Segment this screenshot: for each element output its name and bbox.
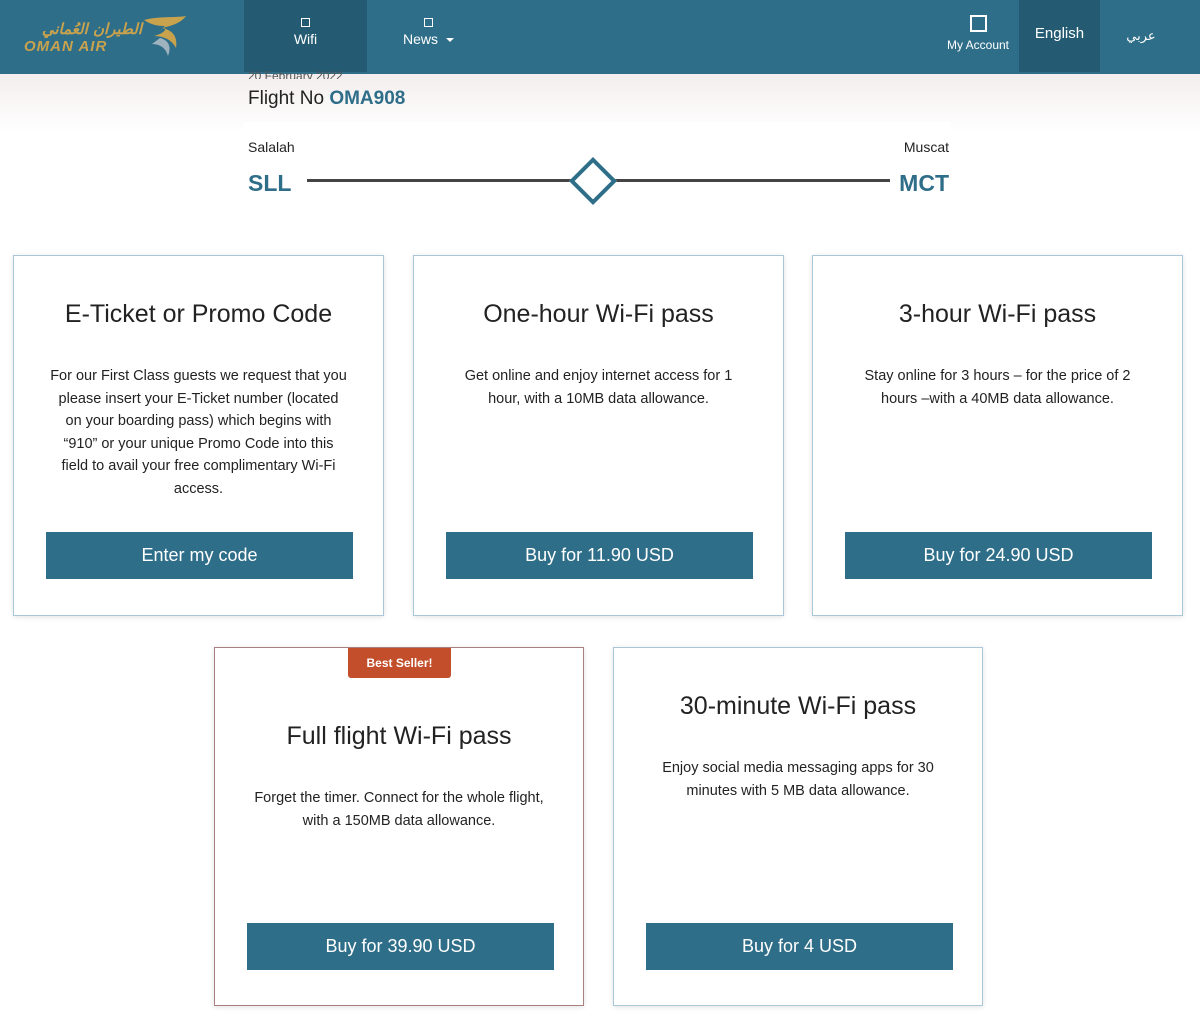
nav-item-news[interactable]: News [367,0,490,72]
plan-card-thirty-minute: 30-minute Wi-Fi pass Enjoy social media … [613,647,983,1006]
plan-card-full-flight: Best Seller! Full flight Wi-Fi pass Forg… [214,647,584,1006]
nav-item-wifi[interactable]: Wifi [244,0,367,72]
plan-title: One-hour Wi-Fi pass [483,300,714,328]
flight-no-code: OMA908 [329,88,406,109]
chevron-down-icon [446,38,454,43]
news-square-icon [424,18,433,27]
flight-number: Flight No OMA908 [248,88,405,110]
wifi-square-icon [301,18,310,27]
flight-route: Salalah Muscat SLL MCT [244,122,950,220]
buy-one-hour-button[interactable]: Buy for 11.90 USD [446,532,753,579]
nav-item-label: Wifi [293,31,318,47]
account-label: My Account [946,38,1010,52]
plan-title: Full flight Wi-Fi pass [286,722,512,750]
plan-card-three-hour: 3-hour Wi-Fi pass Stay online for 3 hour… [812,255,1183,616]
plan-description: For our First Class guests we request th… [50,368,347,497]
buy-three-hour-button[interactable]: Buy for 24.90 USD [845,532,1152,579]
oman-air-logo[interactable]: الطيران العُماني OMAN AIR [22,14,186,58]
plan-description: Stay online for 3 hours – for the price … [864,368,1131,407]
origin-code: SLL [248,170,292,196]
origin-city: Salalah [248,139,295,155]
buy-full-flight-button[interactable]: Buy for 39.90 USD [247,923,554,970]
account-square-icon [969,15,987,32]
flight-date: 20 February 2022 [248,69,343,79]
plane-position-diamond-icon [568,156,618,206]
flight-no-label: Flight No [248,88,325,109]
plan-description: Enjoy social media messaging apps for 30… [662,760,934,799]
plan-description: Get online and enjoy internet access for… [464,368,733,407]
plan-card-eticket: E-Ticket or Promo Code For our First Cla… [13,255,384,616]
my-account-link[interactable]: My Account [938,0,1018,72]
top-navbar: الطيران العُماني OMAN AIR Wifi News My A… [0,0,1200,74]
logo-arabic-text: الطيران العُماني [41,20,142,38]
destination-code: MCT [899,170,949,196]
plan-title: 30-minute Wi-Fi pass [679,692,917,720]
language-english[interactable]: English [1019,0,1100,72]
buy-thirty-minute-button[interactable]: Buy for 4 USD [646,923,953,970]
logo-text: OMAN AIR [24,38,108,55]
plan-title: E-Ticket or Promo Code [64,300,333,328]
language-arabic[interactable]: عربي [1100,0,1182,72]
plan-description: Forget the timer. Connect for the whole … [254,790,544,829]
nav-item-label: News [402,31,438,47]
oman-air-bird-icon [144,16,186,56]
plan-card-one-hour: One-hour Wi-Fi pass Get online and enjoy… [413,255,784,616]
best-seller-badge: Best Seller! [348,648,451,678]
enter-code-button[interactable]: Enter my code [46,532,353,579]
destination-city: Muscat [903,139,949,155]
plan-title: 3-hour Wi-Fi pass [898,300,1097,328]
